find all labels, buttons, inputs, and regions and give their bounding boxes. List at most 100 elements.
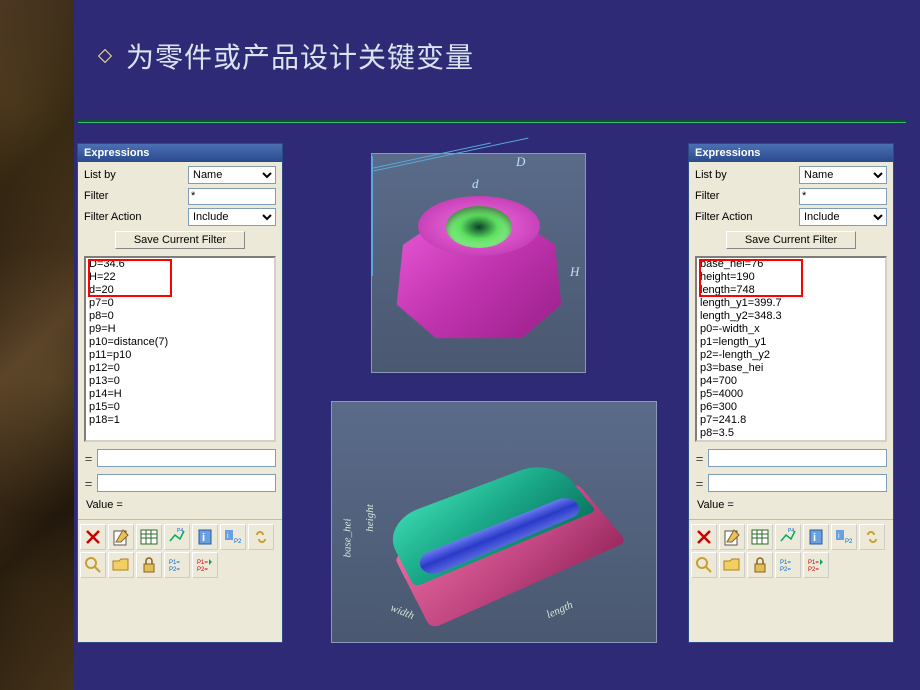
filter-action-label: Filter Action	[695, 211, 752, 223]
expression-item[interactable]: p3=base_hei	[697, 362, 885, 375]
expression-item[interactable]: p10=distance(7)	[86, 336, 274, 349]
expression-item[interactable]: p18=1	[86, 414, 274, 427]
search-button[interactable]	[80, 552, 106, 578]
link-button[interactable]	[248, 524, 274, 550]
expression-item[interactable]: p4=700	[697, 375, 885, 388]
expression-item[interactable]: p14=H	[86, 388, 274, 401]
equals-icon: =	[695, 474, 704, 492]
expression-listbox[interactable]: D=34.6H=22d=20p7=0p8=0p9=Hp10=distance(7…	[84, 256, 276, 442]
filter-input[interactable]	[188, 188, 276, 205]
dim-label-width: width	[389, 602, 416, 622]
spreadsheet-button[interactable]	[136, 524, 162, 550]
expression-item[interactable]: p13=0	[86, 375, 274, 388]
listby-select[interactable]: Name	[799, 166, 887, 184]
bullet-icon	[98, 49, 112, 63]
expression-item[interactable]: length_y1=399.7	[697, 297, 885, 310]
delete-button[interactable]	[80, 524, 106, 550]
dim-label-length: length	[545, 599, 575, 621]
expression-item[interactable]: length_y2=348.3	[697, 310, 885, 323]
info-button[interactable]: i	[192, 524, 218, 550]
lock-button[interactable]	[136, 552, 162, 578]
expressions-panel-right: Expressions List by Name Filter Filter A…	[688, 143, 894, 643]
svg-text:P2=: P2=	[780, 567, 791, 573]
expression-item[interactable]: d=20	[86, 284, 274, 297]
expression-item[interactable]: p7=241.8	[697, 414, 885, 427]
expression-item[interactable]: p9=H	[86, 323, 274, 336]
panel-title: Expressions	[689, 144, 893, 162]
save-filter-button[interactable]: Save Current Filter	[726, 231, 856, 249]
p2-info-button[interactable]: iP2	[220, 524, 246, 550]
equals-icon: =	[84, 474, 93, 492]
link-button[interactable]	[859, 524, 885, 550]
expression-item[interactable]: p6=300	[697, 401, 885, 414]
expression-listbox[interactable]: base_hei=76height=190length=748length_y1…	[695, 256, 887, 442]
svg-text:P1=: P1=	[808, 560, 819, 566]
expression-item[interactable]: H=22	[86, 271, 274, 284]
dim-label-H: H	[570, 264, 579, 280]
expression-item[interactable]: p12=0	[86, 362, 274, 375]
svg-text:P2: P2	[845, 539, 853, 545]
toolbar: P4 i iP2 P1=P2= P1=P2=	[689, 519, 893, 582]
dim-label-basehei: base_hei	[342, 518, 354, 557]
svg-text:P1=: P1=	[197, 560, 208, 566]
expression-item[interactable]: p11=p10	[86, 349, 274, 362]
p1p2-eq-button[interactable]: P1=P2=	[775, 552, 801, 578]
value-input[interactable]	[97, 474, 276, 492]
info-button[interactable]: i	[803, 524, 829, 550]
svg-text:i: i	[813, 532, 816, 544]
dim-label-D: D	[516, 154, 525, 170]
decorative-sidebar	[0, 0, 74, 690]
dim-label-d: d	[472, 176, 479, 192]
listby-label: List by	[695, 169, 727, 181]
3d-viewport-nut[interactable]: d D H	[371, 153, 586, 373]
filter-label: Filter	[84, 190, 108, 202]
save-filter-button[interactable]: Save Current Filter	[115, 231, 245, 249]
dim-label-height: height	[364, 504, 376, 532]
toolbar: P4 i iP2 P1=P2= P1=P2=	[78, 519, 282, 582]
name-input[interactable]	[97, 449, 276, 467]
delete-button[interactable]	[691, 524, 717, 550]
value-input[interactable]	[708, 474, 887, 492]
filter-action-select[interactable]: Include	[799, 208, 887, 226]
3d-viewport-case[interactable]: width length height base_hei	[331, 401, 657, 643]
expression-item[interactable]: p2=-length_y2	[697, 349, 885, 362]
expression-item[interactable]: p0=-width_x	[697, 323, 885, 336]
name-input[interactable]	[708, 449, 887, 467]
divider-line	[78, 120, 906, 123]
expression-item[interactable]: height=190	[697, 271, 885, 284]
search-button[interactable]	[691, 552, 717, 578]
p1p2-eq-button[interactable]: P1=P2=	[164, 552, 190, 578]
p2-info-button[interactable]: iP2	[831, 524, 857, 550]
p1p2-refresh-button[interactable]: P1=P2=	[192, 552, 218, 578]
spreadsheet-button[interactable]	[747, 524, 773, 550]
svg-text:P2: P2	[234, 539, 242, 545]
listby-select[interactable]: Name	[188, 166, 276, 184]
expression-item[interactable]: length=748	[697, 284, 885, 297]
lock-button[interactable]	[747, 552, 773, 578]
edit-button[interactable]	[108, 524, 134, 550]
expression-item[interactable]: p7=0	[86, 297, 274, 310]
svg-text:P1=: P1=	[169, 560, 180, 566]
expression-item[interactable]: p1=length_y1	[697, 336, 885, 349]
filter-action-select[interactable]: Include	[188, 208, 276, 226]
expression-item[interactable]: p8=0	[86, 310, 274, 323]
svg-text:P4: P4	[788, 528, 794, 534]
p1p2-refresh-button[interactable]: P1=P2=	[803, 552, 829, 578]
nut-model	[400, 206, 558, 341]
svg-text:P4: P4	[177, 528, 183, 534]
svg-text:P2=: P2=	[808, 567, 819, 573]
open-folder-button[interactable]	[719, 552, 745, 578]
p4-button[interactable]: P4	[775, 524, 801, 550]
p4-button[interactable]: P4	[164, 524, 190, 550]
equals-icon: =	[695, 449, 704, 467]
expression-item[interactable]: p15=0	[86, 401, 274, 414]
filter-action-label: Filter Action	[84, 211, 141, 223]
filter-input[interactable]	[799, 188, 887, 205]
slide-title-row: 为零件或产品设计关键变量	[100, 36, 474, 76]
expression-item[interactable]: p8=3.5	[697, 427, 885, 440]
edit-button[interactable]	[719, 524, 745, 550]
expression-item[interactable]: D=34.6	[86, 258, 274, 271]
expression-item[interactable]: base_hei=76	[697, 258, 885, 271]
open-folder-button[interactable]	[108, 552, 134, 578]
expression-item[interactable]: p5=4000	[697, 388, 885, 401]
